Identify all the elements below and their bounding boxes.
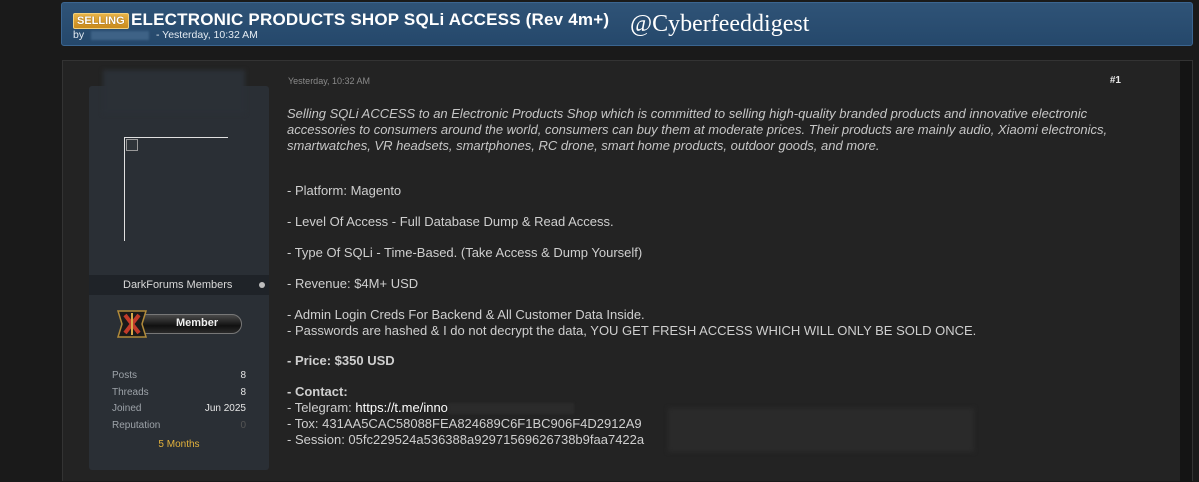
avatar[interactable] [124,137,228,241]
session-value: 05fc229524a536388a92971569626738b9faa742… [348,432,645,447]
stat-label: Threads [112,386,149,398]
post-line-revenue: - Revenue: $4M+ USD [287,276,419,291]
usergroup-row: DarkForums Members [89,275,269,295]
thread-prefix-badge[interactable]: SELLING [73,13,129,29]
stat-label: Reputation [112,419,161,431]
post-line-price: - Price: $350 USD [287,353,395,368]
broken-image-icon [126,139,138,151]
online-status-icon [259,282,265,288]
stat-value: 8 [240,370,246,381]
stat-joined: Joined Jun 2025 [112,403,246,420]
rank-badge: Member [114,309,244,339]
post-permalink[interactable]: #1 [1110,75,1121,86]
rank-emblem-icon [116,310,148,338]
thread-posted-time: - Yesterday, 10:32 AM [155,29,258,41]
byline-by-label: by [73,29,85,41]
contact-redacted [668,408,974,452]
member-tenure: 5 Months [158,439,200,450]
stat-value[interactable]: 0 [240,420,246,431]
stat-label: Posts [112,370,138,381]
thread-header: SELLING ELECTRONIC PRODUCTS SHOP SQLi AC… [61,2,1193,46]
telegram-redacted [447,403,574,415]
post-date: Yesterday, 10:32 AM [288,76,371,86]
user-stats: Posts 8 Threads 8 Joined Jun 2025 Reputa… [112,370,246,436]
post-line-platform: - Platform: Magento [287,183,402,198]
post-line-access: - Level Of Access - Full Database Dump &… [287,214,614,229]
post-line-session: - Session: 05fc229524a536388a92971569626… [287,432,644,447]
post-line-sqli-type: - Type Of SQLi - Time-Based. (Take Acces… [287,245,643,260]
username-redacted[interactable] [103,70,245,114]
telegram-label: - Telegram: [287,400,356,415]
post-line-passwords: - Passwords are hashed & I do not decryp… [287,323,977,338]
post-line-contact: - Contact: [287,384,348,399]
stat-reputation: Reputation 0 [112,420,246,437]
thread-byline: by - Yesterday, 10:32 AM [73,29,258,41]
usergroup-label: DarkForums Members [123,279,233,291]
scroll-rail [1180,61,1192,482]
stat-value: Jun 2025 [204,403,246,414]
thread-author-redacted[interactable] [91,30,150,40]
post-body: Selling SQLi ACCESS to an Electronic Pro… [287,106,1117,154]
telegram-link[interactable]: https://t.me/inno [355,400,448,415]
stat-posts: Posts 8 [112,370,246,387]
stat-label: Joined [112,403,142,414]
post-line-telegram: - Telegram: https://t.me/inno [287,400,574,415]
post-intro: Selling SQLi ACCESS to an Electronic Pro… [287,106,1108,153]
session-label: - Session: [287,432,349,447]
tox-label: - Tox: [287,416,323,431]
watermark: @Cyberfeeddigest [630,11,810,37]
rank-label: Member [176,317,219,329]
stat-threads: Threads 8 [112,387,246,404]
thread-title[interactable]: ELECTRONIC PRODUCTS SHOP SQLi ACCESS (Re… [131,10,609,30]
stat-value: 8 [240,386,246,398]
post-line-creds: - Admin Login Creds For Backend & All Cu… [287,307,645,322]
tox-value: 431AA5CAC58088FEA824689C6F1BC906F4D2912A… [322,416,642,431]
post-line-tox: - Tox: 431AA5CAC58088FEA824689C6F1BC906F… [287,416,642,431]
